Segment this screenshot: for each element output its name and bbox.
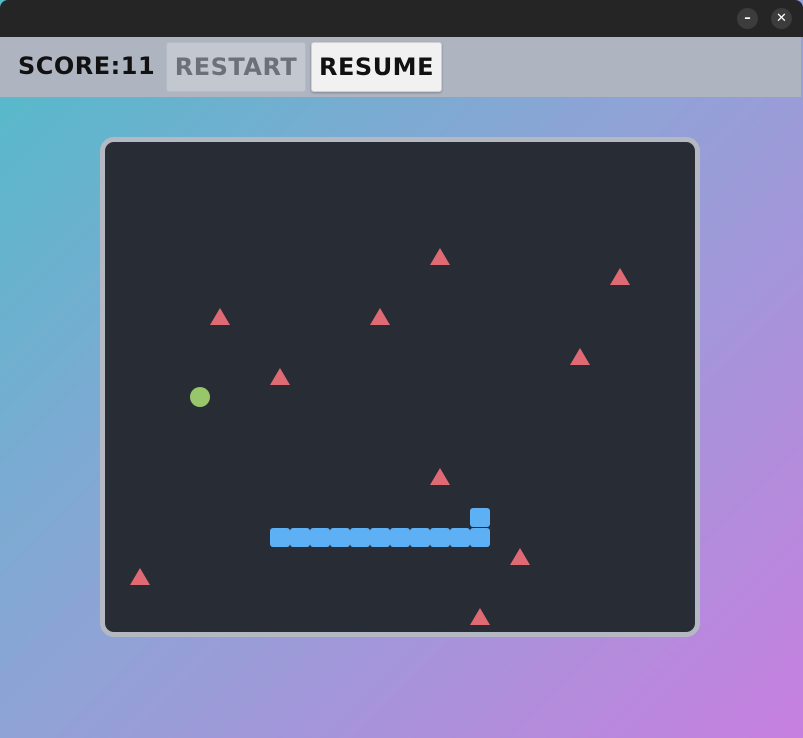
snake-segment bbox=[290, 528, 310, 547]
snake-segment bbox=[310, 528, 330, 547]
snake-head bbox=[470, 508, 490, 527]
obstacle-triangle bbox=[210, 308, 230, 325]
snake-segment bbox=[350, 528, 370, 547]
game-board-frame bbox=[100, 137, 700, 637]
obstacle-triangle bbox=[610, 268, 630, 285]
obstacle-triangle bbox=[470, 608, 490, 625]
game-window: – ✕ SCORE:11 RESTART RESUME bbox=[0, 0, 803, 738]
game-board[interactable] bbox=[105, 142, 695, 632]
snake-segment bbox=[330, 528, 350, 547]
minimize-icon[interactable]: – bbox=[737, 8, 758, 29]
snake-segment bbox=[430, 528, 450, 547]
snake-segment bbox=[470, 528, 490, 547]
obstacle-triangle bbox=[430, 248, 450, 265]
obstacle-triangle bbox=[370, 308, 390, 325]
obstacle-triangle bbox=[430, 468, 450, 485]
resume-button[interactable]: RESUME bbox=[311, 42, 442, 92]
obstacle-triangle bbox=[570, 348, 590, 365]
toolbar: SCORE:11 RESTART RESUME bbox=[0, 37, 801, 98]
restart-button[interactable]: RESTART bbox=[166, 42, 306, 92]
score-label: SCORE:11 bbox=[18, 52, 156, 80]
obstacle-triangle bbox=[130, 568, 150, 585]
snake-segment bbox=[370, 528, 390, 547]
snake-segment bbox=[410, 528, 430, 547]
snake-segment bbox=[390, 528, 410, 547]
food-pellet bbox=[190, 387, 210, 407]
obstacle-triangle bbox=[270, 368, 290, 385]
snake-segment bbox=[450, 528, 470, 547]
close-icon[interactable]: ✕ bbox=[771, 8, 792, 29]
title-bar[interactable]: – ✕ bbox=[0, 0, 803, 37]
obstacle-triangle bbox=[510, 548, 530, 565]
snake-segment bbox=[270, 528, 290, 547]
